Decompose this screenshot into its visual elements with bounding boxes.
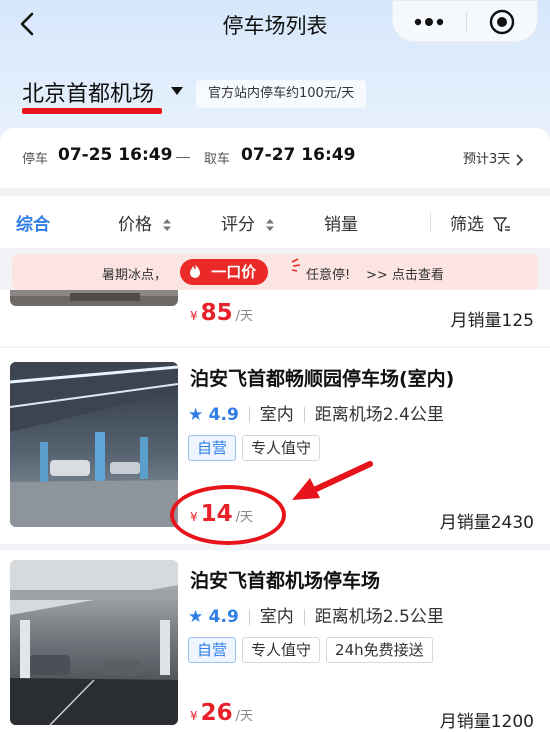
annotation-circle: [170, 485, 286, 545]
lot-photo: [10, 560, 178, 725]
parking-lot-card[interactable]: ¥85/天 月销量125: [0, 290, 550, 346]
sort-bar: 综合 价格 评分 销量 筛选: [0, 196, 550, 248]
sort-default-tab[interactable]: 综合: [16, 210, 50, 235]
filter-label: 筛选: [450, 215, 484, 235]
duration-estimate[interactable]: 预计3天: [463, 148, 524, 167]
price-amount: 85: [200, 300, 233, 326]
monthly-sales: 月销量1200: [439, 712, 534, 732]
park-label: 停车: [22, 152, 49, 167]
lot-type: 室内: [259, 607, 294, 627]
duration-label: 预计3天: [463, 152, 511, 167]
fixed-price-label: 一口价: [211, 263, 257, 281]
annotation-underline: [22, 108, 162, 114]
promo-lead-text: 暑期冰点，: [102, 268, 168, 283]
star-icon: ★: [188, 405, 204, 425]
lot-price: ¥85/天: [190, 300, 253, 326]
filter-icon: [493, 217, 511, 232]
filter-button[interactable]: 筛选: [450, 210, 511, 235]
pickup-time: 07-27 16:49: [241, 145, 356, 165]
price-amount: 26: [200, 700, 233, 726]
lot-tags: 自营 专人值守 24h免费接送: [188, 637, 439, 663]
sparkle-icon: [291, 258, 301, 272]
more-icon[interactable]: [411, 9, 447, 35]
sort-price-label: 价格: [118, 215, 152, 235]
promo-mid-text: 任意停!: [306, 268, 351, 283]
date-bar[interactable]: 停车 07-25 16:49 取车 07-27 16:49 预计3天: [0, 128, 550, 188]
chevron-right-icon: [516, 153, 524, 166]
lot-distance: 距离机场2.4公里: [314, 405, 444, 425]
lot-photo: [10, 362, 178, 527]
currency-symbol: ¥: [190, 709, 198, 723]
flame-icon: [190, 264, 200, 278]
meta-divider: [303, 609, 305, 625]
promo-banner[interactable]: 暑期冰点， 一口价 任意停! >> 点击查看: [12, 254, 538, 290]
fixed-price-badge: 一口价: [180, 259, 269, 285]
city-name: 北京首都机场: [22, 82, 155, 107]
meta-divider: [303, 407, 305, 423]
sort-sales-tab[interactable]: 销量: [324, 210, 358, 235]
caret-down-icon: [171, 87, 183, 95]
meta-divider: [248, 407, 250, 423]
sort-rating-tab[interactable]: 评分: [221, 210, 275, 235]
lot-price: ¥26/天: [190, 700, 253, 726]
parking-lot-card[interactable]: 泊安飞首都机场停车场 ★ 4.9 室内 距离机场2.5公里 自营 专人值守 24h免费接…: [0, 550, 550, 732]
annotation-arrow-icon: [292, 461, 373, 500]
lot-meta: ★ 4.9 室内 距离机场2.4公里: [188, 400, 444, 425]
date-separator: [176, 157, 190, 158]
sort-rating-label: 评分: [221, 215, 255, 235]
tag-free-shuttle: 24h免费接送: [326, 637, 433, 663]
currency-symbol: ¥: [190, 309, 198, 323]
lot-meta: ★ 4.9 室内 距离机场2.5公里: [188, 602, 444, 627]
lot-name[interactable]: 泊安飞首都机场停车场: [190, 566, 380, 593]
price-unit: /天: [235, 709, 254, 724]
close-icon[interactable]: [489, 9, 515, 35]
monthly-sales: 月销量125: [450, 311, 534, 331]
lot-name[interactable]: 泊安飞首都畅顺园停车场(室内): [190, 364, 454, 391]
star-icon: ★: [188, 607, 204, 627]
tag-attended: 专人值守: [242, 637, 321, 663]
lot-rating: 4.9: [208, 405, 239, 425]
price-unit: /天: [235, 309, 254, 324]
pickup-label: 取车: [204, 152, 231, 167]
monthly-sales: 月销量2430: [439, 513, 534, 533]
mini-program-capsule: [392, 0, 538, 42]
sort-arrows-icon: [266, 219, 275, 231]
meta-divider: [248, 609, 250, 625]
lot-distance: 距离机场2.5公里: [314, 607, 444, 627]
tag-self-operated: 自营: [188, 435, 237, 461]
sort-price-tab[interactable]: 价格: [118, 210, 172, 235]
promo-link[interactable]: >> 点击查看: [366, 264, 444, 283]
tag-self-operated: 自营: [188, 637, 237, 663]
park-time: 07-25 16:49: [58, 145, 173, 165]
sort-arrows-icon: [163, 219, 172, 231]
lot-photo: [10, 290, 178, 306]
capsule-divider: [466, 12, 467, 32]
nav-header: 停车场列表: [0, 0, 550, 52]
sort-divider: [430, 212, 431, 232]
official-price-notice: 官方站内停车约100元/天: [196, 80, 367, 108]
lot-type: 室内: [259, 405, 294, 425]
lot-rating: 4.9: [208, 607, 239, 627]
